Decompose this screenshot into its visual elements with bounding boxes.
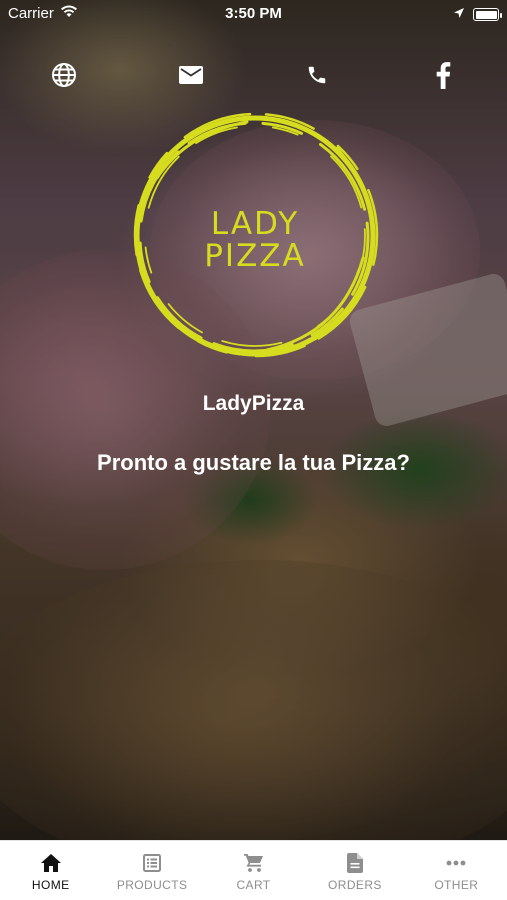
tab-products[interactable]: PRODUCTS [101, 841, 202, 900]
facebook-icon[interactable] [426, 58, 460, 92]
tab-cart[interactable]: CART [203, 841, 304, 900]
tab-home[interactable]: HOME [0, 841, 101, 900]
tab-orders[interactable]: ORDERS [304, 841, 405, 900]
status-time: 3:50 PM [225, 5, 282, 22]
cart-icon [243, 853, 264, 873]
home-icon [40, 853, 61, 873]
contact-icon-row [0, 58, 507, 94]
logo-line-1: LADY [210, 206, 300, 242]
location-arrow-icon [453, 6, 465, 23]
mail-icon[interactable] [174, 58, 208, 92]
tagline: Pronto a gustare la tua Pizza? [97, 450, 410, 475]
list-icon [142, 853, 162, 873]
tab-home-label: HOME [31, 878, 70, 892]
tab-cart-label: CART [236, 878, 271, 892]
more-icon [446, 853, 466, 873]
battery-icon [473, 8, 502, 21]
tab-other-label: OTHER [434, 878, 479, 892]
tab-bar: HOME PRODUCTS CART ORDERS OTHER [0, 840, 507, 900]
document-icon [345, 853, 365, 873]
logo-line-2: PIZZA [204, 238, 306, 274]
tab-other[interactable]: OTHER [406, 841, 507, 900]
phone-icon[interactable] [300, 58, 334, 92]
tab-orders-label: ORDERS [328, 878, 382, 892]
lady-pizza-logo: LADY PIZZA [127, 108, 383, 364]
tab-products-label: PRODUCTS [116, 878, 188, 892]
status-bar: Carrier 3:50 PM [0, 0, 507, 28]
globe-icon[interactable] [47, 58, 81, 92]
brand-name: LadyPizza [202, 392, 305, 415]
